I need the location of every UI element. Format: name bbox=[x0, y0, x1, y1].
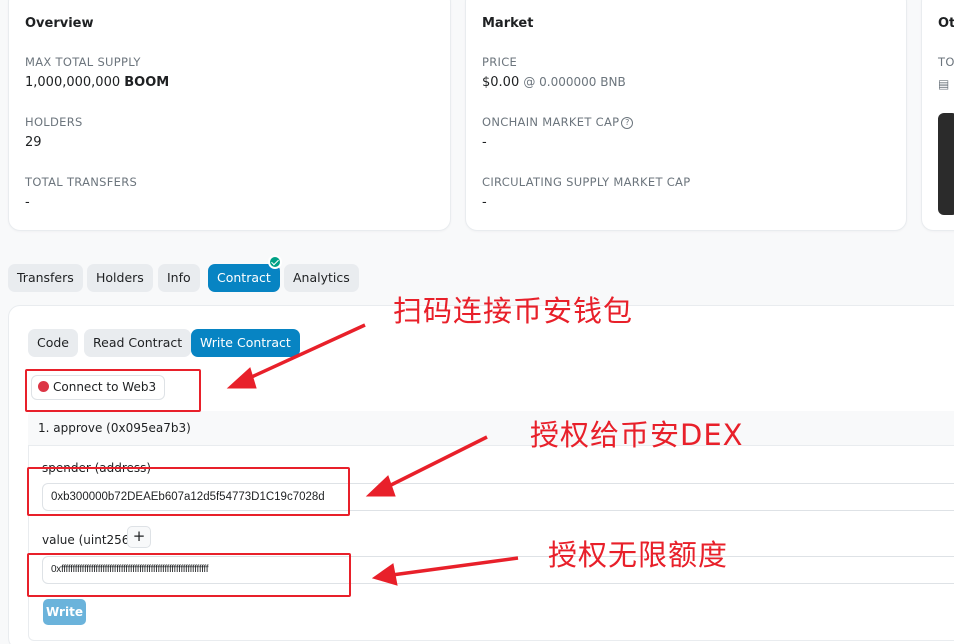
mcap-value: - bbox=[482, 135, 487, 150]
transfers-value: - bbox=[25, 195, 30, 210]
market-card: Market PRICE $0.00 @ 0.000000 BNB ONCHAI… bbox=[465, 0, 907, 231]
annotation-text-1: 扫码连接币安钱包 bbox=[393, 294, 634, 328]
price-label: PRICE bbox=[482, 55, 518, 69]
other-label: TO bbox=[938, 55, 954, 69]
function-header[interactable]: 1. approve (0x095ea7b3) bbox=[28, 411, 954, 446]
annotation-box-spender bbox=[27, 467, 350, 516]
annotation-box-value bbox=[27, 553, 351, 597]
add-zeros-button[interactable]: + bbox=[127, 526, 151, 548]
annotation-box-connect bbox=[25, 369, 201, 412]
verified-check-icon bbox=[268, 255, 282, 269]
annotation-text-3: 授权无限额度 bbox=[548, 538, 729, 572]
tab-transfers[interactable]: Transfers bbox=[8, 264, 83, 292]
circ-supply-label: CIRCULATING SUPPLY MARKET CAP bbox=[482, 175, 691, 189]
max-supply-value: 1,000,000,000 BOOM bbox=[25, 75, 170, 90]
image-thumbnail bbox=[938, 113, 954, 215]
holders-value: 29 bbox=[25, 135, 42, 150]
max-supply-label: MAX TOTAL SUPPLY bbox=[25, 55, 141, 69]
overview-card: Overview MAX TOTAL SUPPLY 1,000,000,000 … bbox=[8, 0, 451, 231]
document-icon: ▤ bbox=[938, 77, 950, 91]
subtab-read-contract[interactable]: Read Contract bbox=[84, 329, 192, 357]
subtab-write-contract[interactable]: Write Contract bbox=[191, 329, 300, 357]
annotation-text-2: 授权给币安DEX bbox=[530, 418, 744, 452]
tab-analytics[interactable]: Analytics bbox=[284, 264, 359, 292]
other-title: Ot bbox=[938, 16, 954, 31]
mcap-label: ONCHAIN MARKET CAP? bbox=[482, 115, 634, 129]
tab-contract[interactable]: Contract bbox=[208, 264, 280, 292]
subtab-code[interactable]: Code bbox=[28, 329, 79, 357]
tab-holders[interactable]: Holders bbox=[87, 264, 153, 292]
overview-title: Overview bbox=[25, 16, 94, 31]
price-value: $0.00 @ 0.000000 BNB bbox=[482, 75, 626, 90]
value-label: value (uint256) bbox=[42, 533, 135, 547]
holders-label: HOLDERS bbox=[25, 115, 83, 129]
circ-supply-value: - bbox=[482, 195, 487, 210]
write-button[interactable]: Write bbox=[43, 599, 86, 625]
question-icon[interactable]: ? bbox=[621, 117, 634, 129]
tab-info[interactable]: Info bbox=[158, 264, 200, 292]
transfers-label: TOTAL TRANSFERS bbox=[25, 175, 138, 189]
market-title: Market bbox=[482, 16, 534, 31]
